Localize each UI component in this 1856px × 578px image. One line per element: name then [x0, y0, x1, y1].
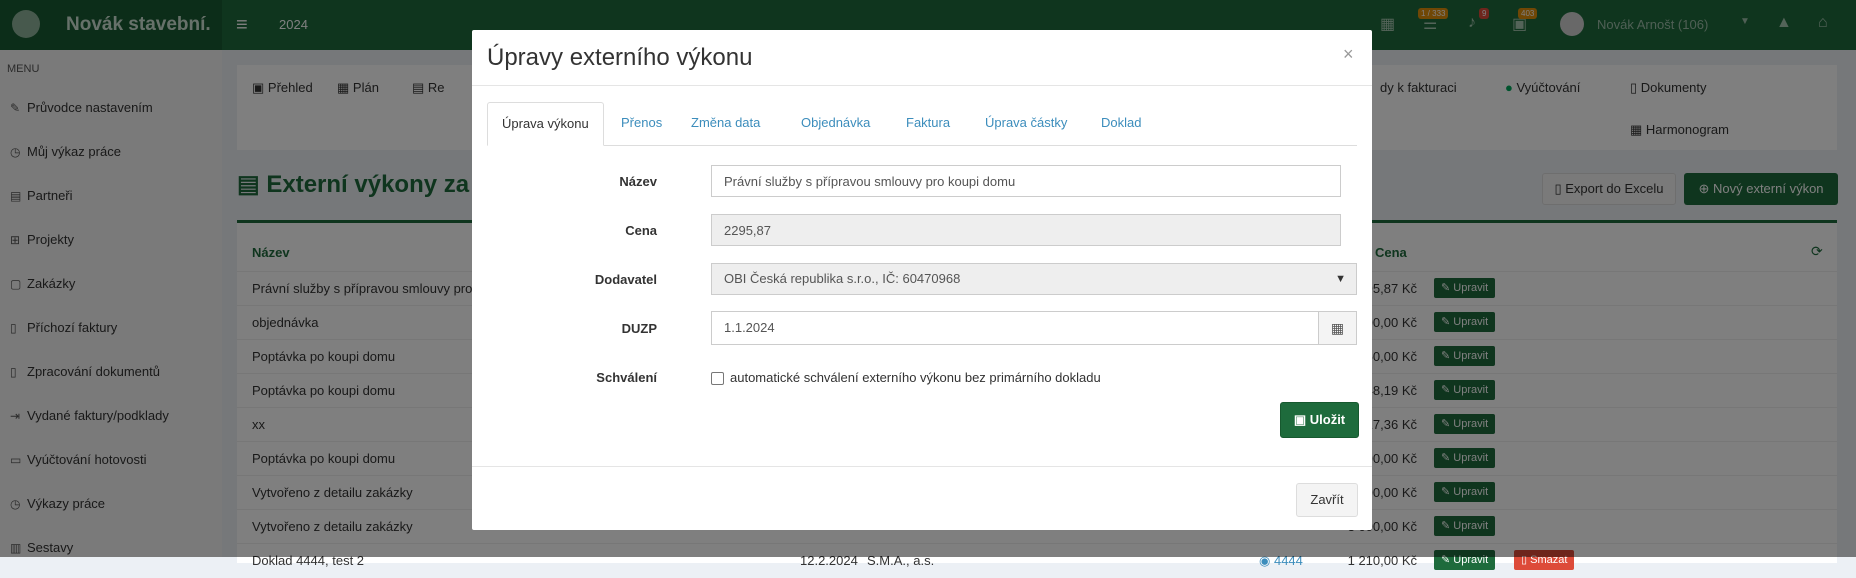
tab-transfer[interactable]: Přenos [607, 102, 676, 144]
calendar-icon[interactable]: ▦ [1318, 311, 1357, 345]
modal-tabs: Úprava výkonu Přenos Změna data Objednáv… [487, 102, 1357, 146]
supplier-label: Dodavatel [594, 272, 657, 287]
tab-change-date[interactable]: Změna data [677, 102, 774, 144]
divider [472, 85, 1372, 86]
name-label: Název [619, 174, 657, 189]
auto-approval-text[interactable]: automatické schválení externího výkonu b… [730, 370, 1101, 385]
tab-document[interactable]: Doklad [1087, 102, 1155, 144]
price-label: Cena [625, 223, 657, 238]
name-input[interactable] [711, 165, 1341, 197]
edit-external-work-modal: Úpravy externího výkonu × Úprava výkonu … [472, 30, 1372, 530]
tab-order[interactable]: Objednávka [787, 102, 884, 144]
supplier-select[interactable]: OBI Česká republika s.r.o., IČ: 60470968… [711, 263, 1357, 295]
duzp-date-field: 1.1.2024 ▦ [711, 311, 1357, 345]
save-button[interactable]: ▣ Uložit [1280, 402, 1359, 438]
approval-label: Schválení [596, 370, 657, 385]
floppy-disk-icon: ▣ [1293, 412, 1310, 427]
duzp-input[interactable]: 1.1.2024 [711, 311, 1319, 345]
close-icon[interactable]: × [1343, 44, 1354, 65]
chevron-down-icon: ▼ [1335, 273, 1346, 285]
price-input[interactable] [711, 214, 1341, 246]
modal-title: Úpravy externího výkonu [487, 44, 753, 71]
auto-approval-checkbox[interactable] [711, 372, 724, 385]
tab-amount-adjustment[interactable]: Úprava částky [971, 102, 1081, 144]
close-button[interactable]: Zavřít [1296, 483, 1358, 517]
duzp-label: DUZP [621, 321, 657, 336]
tab-edit-work[interactable]: Úprava výkonu [487, 102, 604, 146]
divider [472, 466, 1372, 467]
tab-invoice[interactable]: Faktura [892, 102, 964, 144]
